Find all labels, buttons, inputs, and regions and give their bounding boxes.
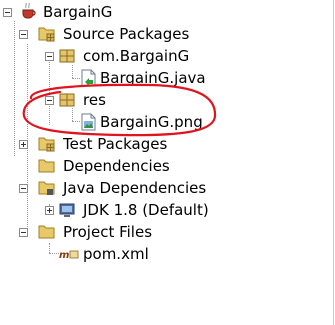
tree-node-source-packages[interactable]: Source Packages	[0, 23, 330, 45]
panel-border	[333, 0, 334, 325]
coffee-cup-project-icon	[20, 2, 38, 24]
tree-node-file-pom-xml[interactable]: m pom.xml	[0, 243, 330, 265]
package-icon	[59, 48, 75, 68]
tree-node-label: Test Packages	[63, 135, 168, 153]
java-file-icon	[81, 69, 97, 91]
tree-node-label: Source Packages	[63, 25, 190, 43]
package-folder-icon	[38, 135, 56, 157]
collapse-toggle[interactable]	[19, 228, 28, 237]
image-file-icon	[81, 113, 97, 135]
svg-text:m: m	[59, 250, 69, 261]
tree-node-label: BargainG.png	[100, 113, 203, 131]
collapse-toggle[interactable]	[45, 52, 54, 61]
tree-node-project-files[interactable]: Project Files	[0, 221, 330, 243]
tree-node-file-bargaing-png[interactable]: BargainG.png	[0, 111, 330, 133]
tree-node-label: Java Dependencies	[63, 179, 207, 197]
collapse-toggle[interactable]	[19, 184, 28, 193]
collapse-toggle[interactable]	[19, 30, 28, 39]
tree-node-label: BargainG	[43, 3, 113, 21]
folder-icon	[38, 157, 56, 179]
tree-node-dependencies[interactable]: Dependencies	[0, 155, 330, 177]
maven-icon: m	[59, 247, 79, 265]
package-icon	[59, 92, 75, 112]
jdk-icon	[59, 201, 77, 223]
folder-icon	[38, 223, 56, 245]
expand-toggle[interactable]	[45, 206, 54, 215]
expand-toggle[interactable]	[19, 140, 28, 149]
tree-node-label: res	[83, 91, 106, 109]
folder-icon	[38, 179, 56, 201]
tree-node-jdk[interactable]: JDK 1.8 (Default)	[0, 199, 330, 221]
package-folder-icon	[38, 25, 56, 47]
tree-node-file-bargaing-java[interactable]: BargainG.java	[0, 67, 330, 89]
tree-node-label: Project Files	[63, 223, 153, 241]
tree-node-label: Dependencies	[63, 157, 170, 175]
tree-node-package-res[interactable]: res	[0, 89, 330, 111]
tree-node-label: pom.xml	[83, 245, 149, 263]
tree-node-label: com.BargainG	[83, 47, 190, 65]
collapse-toggle[interactable]	[3, 8, 12, 17]
collapse-toggle[interactable]	[45, 96, 54, 105]
tree-node-java-dependencies[interactable]: Java Dependencies	[0, 177, 330, 199]
tree-node-label: JDK 1.8 (Default)	[83, 201, 209, 219]
tree-node-label: BargainG.java	[100, 69, 206, 87]
tree-node-test-packages[interactable]: Test Packages	[0, 133, 330, 155]
tree-node-bargaing-project[interactable]: BargainG	[0, 1, 330, 23]
tree-node-package-com-bargaing[interactable]: com.BargainG	[0, 45, 330, 67]
